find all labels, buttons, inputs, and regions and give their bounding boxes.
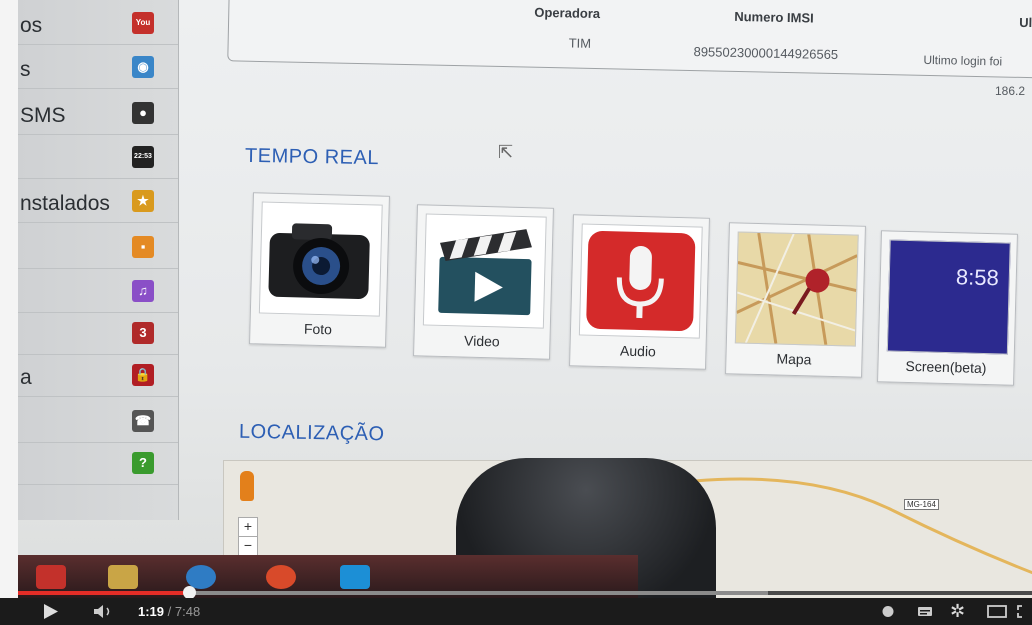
captions-icon (918, 607, 932, 616)
sidebar-item-label: a (20, 366, 32, 389)
play-icon (44, 604, 58, 619)
phone-icon: ☎ (132, 410, 154, 432)
column-header-operadora: Operadora (534, 4, 601, 22)
fullscreen-button[interactable] (1016, 598, 1032, 625)
help-icon: ? (132, 452, 154, 474)
clock-icon: 22:53 (132, 146, 154, 168)
theater-icon (987, 605, 1007, 618)
sidebar-item[interactable]: ♫ (18, 274, 178, 313)
screen-clock: 8:58 (955, 264, 1000, 291)
device-info-table: Operadora Numero IMSI Ulti TIM 895502300… (227, 0, 1032, 79)
tile-mapa[interactable]: Mapa (725, 222, 866, 378)
microphone-icon (578, 223, 703, 339)
column-header-imsi: Numero IMSI (734, 8, 814, 26)
sidebar-item[interactable]: os You (18, 6, 178, 45)
mouse-cursor-icon: ⇱ (498, 142, 514, 162)
cube-icon: ◉ (132, 56, 154, 78)
video-player[interactable]: os You s ◉ SMS ● 22:53 nstalados ★ ▪ ♫ 3 a 🔒 ☎? Operad… (0, 0, 1032, 625)
tile-label: Mapa (776, 350, 812, 368)
volume-icon (94, 605, 110, 618)
time-display: 1:19 / 7:48 (138, 598, 200, 625)
zoom-in-button[interactable]: + (238, 517, 258, 537)
taskbar-app-icon (36, 565, 66, 589)
sidebar-item[interactable]: a 🔒 (18, 358, 178, 397)
youtube-icon: You (132, 12, 154, 34)
tile-label: Audio (619, 342, 657, 360)
sidebar-item[interactable]: SMS ● (18, 96, 178, 135)
progress-played (18, 591, 190, 595)
play-button[interactable] (42, 598, 60, 625)
map-pin-icon (734, 231, 859, 347)
fullscreen-icon (1017, 605, 1022, 618)
tile-foto[interactable]: Foto (249, 192, 390, 348)
operadora-value: TIM (568, 35, 592, 51)
section-title-localizacao: LOCALIZAÇÃO (238, 420, 385, 446)
total-time: / 7:48 (167, 604, 201, 619)
recorded-screen: os You s ◉ SMS ● 22:53 nstalados ★ ▪ ♫ 3 a 🔒 ☎? Operad… (18, 0, 1032, 598)
phone-screen-icon: 8:58 (886, 239, 1011, 355)
sidebar-item[interactable]: s ◉ (18, 50, 178, 89)
sidebar-item-label: SMS (20, 104, 66, 127)
tile-audio[interactable]: Audio (569, 214, 710, 370)
sidebar-item-label: nstalados (20, 192, 110, 215)
sidebar-item[interactable]: ☎ (18, 404, 178, 443)
camera-icon (258, 201, 383, 317)
sidebar-item-label: os (20, 14, 43, 37)
column-header-ultimo: Ulti (1019, 14, 1032, 31)
clock-icon (882, 606, 894, 617)
star-icon: ★ (132, 190, 154, 212)
video-frame[interactable]: os You s ◉ SMS ● 22:53 nstalados ★ ▪ ♫ 3 a 🔒 ☎? Operad… (18, 0, 1032, 598)
volume-button[interactable] (92, 598, 116, 625)
sidebar-item-label: s (20, 58, 31, 81)
watch-later-button[interactable] (880, 598, 896, 625)
progress-bar[interactable] (18, 586, 1032, 599)
folder-icon (108, 565, 138, 589)
imsi-value: 89550230000144926565 (693, 44, 839, 63)
skype-icon (340, 565, 370, 589)
ultimo-login-value: Ultimo login foi (923, 52, 1003, 69)
contacts-icon: ▪ (132, 236, 154, 258)
tile-label: Video (463, 332, 500, 350)
ultimo-login-ip: 186.2 (995, 84, 1026, 98)
map-roads (694, 477, 1032, 575)
gear-icon: ✲ (950, 601, 966, 621)
chrome-icon (266, 565, 296, 589)
calendar-icon: 3 (132, 322, 154, 344)
tile-label: Foto (303, 320, 333, 338)
section-title-tempo-real: TEMPO REAL (244, 144, 380, 170)
sidebar: os You s ◉ SMS ● 22:53 nstalados ★ ▪ ♫ 3 a 🔒 ☎? (18, 0, 179, 520)
player-controls: 1:19 / 7:48 ✲ (0, 598, 1032, 625)
sidebar-item[interactable]: ? (18, 446, 178, 485)
pegman-icon[interactable] (240, 471, 254, 501)
lock-icon: 🔒 (132, 364, 154, 386)
captions-button[interactable] (916, 598, 934, 625)
tile-video[interactable]: Video (413, 204, 554, 360)
sidebar-item[interactable]: nstalados ★ (18, 184, 178, 223)
sms-icon: ● (132, 102, 154, 124)
zoom-out-button[interactable]: − (238, 536, 258, 556)
tempo-real-tiles: Foto Video Audio Mapa 8:58 Screen(beta) (249, 192, 1031, 386)
sidebar-item[interactable]: 3 (18, 316, 178, 355)
music-icon: ♫ (132, 280, 154, 302)
current-time: 1:19 (138, 604, 165, 619)
sidebar-item[interactable]: 22:53 (18, 140, 178, 179)
sidebar-item[interactable]: ▪ (18, 230, 178, 269)
settings-button[interactable]: ✲ (950, 598, 965, 625)
tile-label: Screen(beta) (905, 357, 987, 377)
theater-mode-button[interactable] (986, 598, 1008, 625)
clapperboard-icon (422, 213, 547, 329)
tile-screen[interactable]: 8:58 Screen(beta) (877, 230, 1018, 386)
